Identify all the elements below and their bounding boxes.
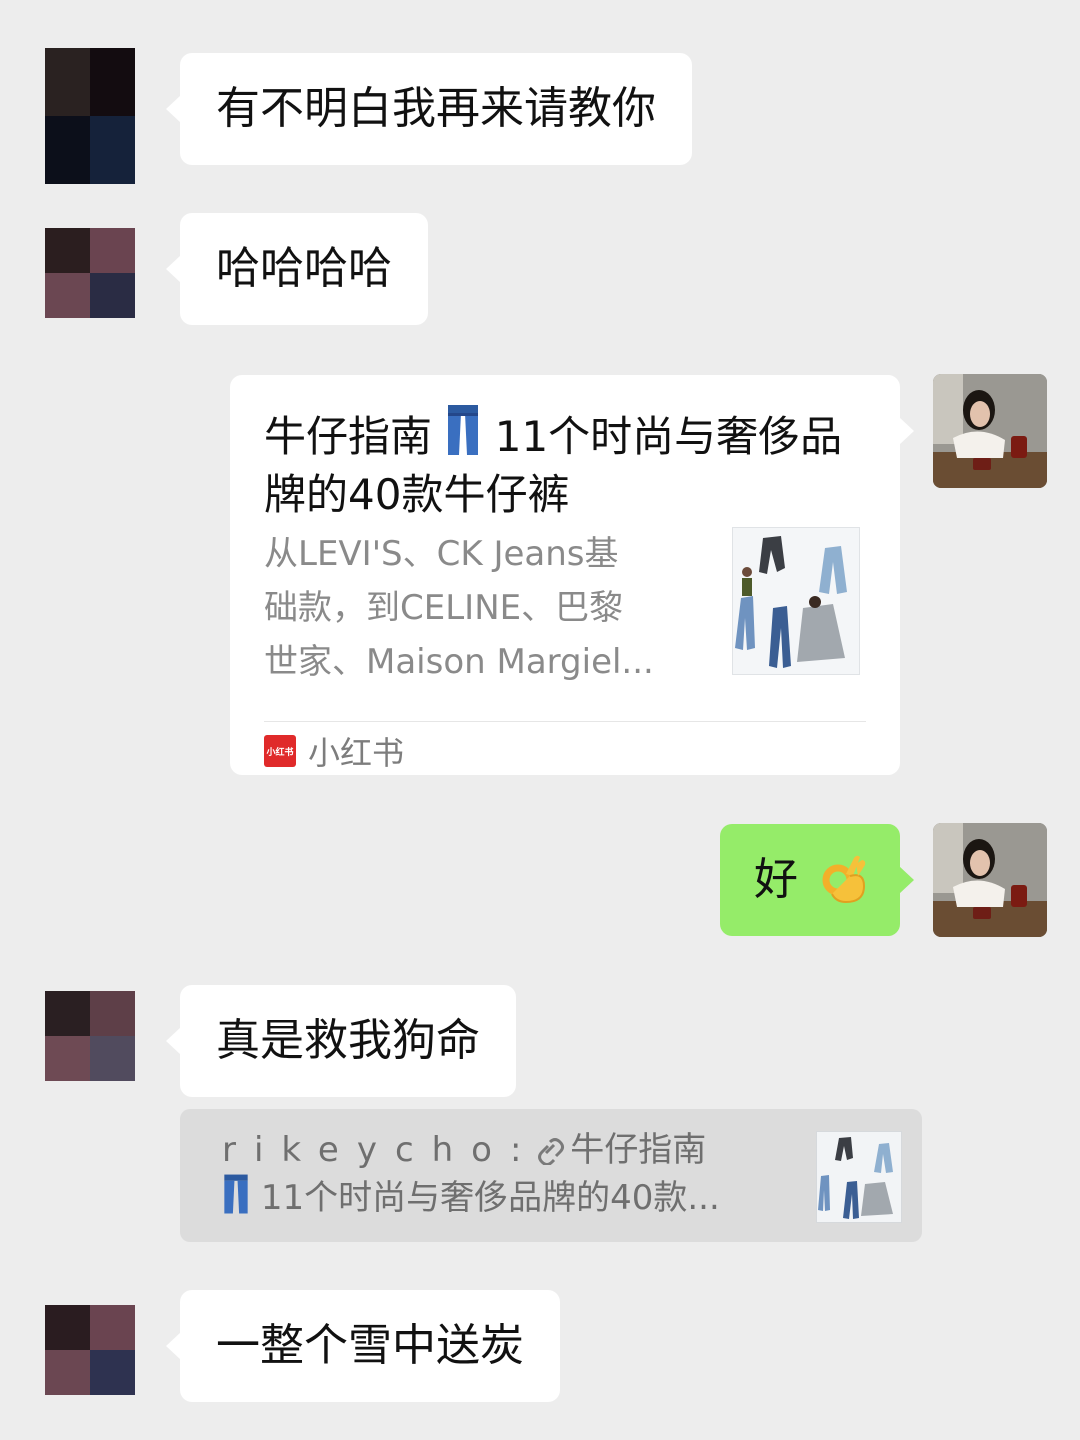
card-title: 牛仔指南 11个时尚与奢侈品牌的40款牛仔裤 — [264, 403, 864, 524]
quote-text: rikeycho: 牛仔指南 11个时尚与奢侈品牌的40款... — [222, 1127, 802, 1221]
contact-avatar[interactable] — [45, 228, 135, 318]
shared-link-card[interactable]: 牛仔指南 11个时尚与奢侈品牌的40款牛仔裤 从LEVI'S、CK Jeans基… — [230, 375, 914, 775]
card-source: 小红书 小红书 — [264, 729, 404, 773]
message-bubble-self[interactable]: 好 — [720, 824, 914, 936]
quote-title: 牛仔指南 — [570, 1130, 707, 1170]
jeans-collage-icon — [735, 536, 847, 668]
message-text: 哈哈哈哈 — [216, 243, 392, 294]
quote-title-rest: 11个时尚与奢侈品牌的40款... — [260, 1178, 720, 1218]
jeans-collage-icon — [818, 1137, 893, 1219]
quoted-message[interactable]: rikeycho: 牛仔指南 11个时尚与奢侈品牌的40款... — [180, 1109, 922, 1242]
message-text: 一整个雪中送炭 — [216, 1320, 524, 1371]
card-title-part: 牛仔指南 — [264, 412, 433, 461]
card-divider — [264, 721, 866, 722]
quote-line: rikeycho: 牛仔指南 — [222, 1127, 802, 1173]
ok-hand-icon — [822, 855, 866, 904]
chat-view: 有不明白我再来请教你 哈哈哈哈 牛仔指南 11个时尚与奢侈品牌的40款牛仔裤 从… — [0, 0, 1080, 1440]
xiaohongshu-logo-icon: 小红书 — [264, 735, 296, 767]
quote-sender: rikeycho — [222, 1130, 510, 1170]
contact-avatar[interactable] — [45, 48, 135, 184]
quote-line: 11个时尚与奢侈品牌的40款... — [222, 1173, 802, 1221]
link-icon — [538, 1138, 565, 1166]
message-text: 真是救我狗命 — [216, 1015, 480, 1066]
message-bubble[interactable]: 有不明白我再来请教你 — [166, 53, 692, 165]
self-avatar[interactable] — [933, 374, 1047, 488]
source-label: 小红书 — [308, 734, 405, 772]
person-photo-icon — [933, 823, 1047, 937]
contact-avatar[interactable] — [45, 991, 135, 1081]
card-thumbnail — [732, 527, 860, 675]
self-avatar[interactable] — [933, 823, 1047, 937]
person-photo-icon — [933, 374, 1047, 488]
quote-thumbnail — [816, 1131, 902, 1223]
jeans-icon — [224, 1174, 248, 1214]
message-bubble[interactable]: 一整个雪中送炭 — [166, 1290, 560, 1402]
jeans-icon — [448, 405, 479, 455]
card-description: 从LEVI'S、CK Jeans基 础款，到CELINE、巴黎 世家、Maiso… — [264, 534, 654, 682]
message-text: 有不明白我再来请教你 — [216, 83, 656, 134]
quote-separator: : — [510, 1130, 533, 1170]
message-text: 好 — [754, 854, 798, 905]
contact-avatar[interactable] — [45, 1305, 135, 1395]
message-bubble[interactable]: 哈哈哈哈 — [166, 213, 428, 325]
message-bubble[interactable]: 真是救我狗命 — [166, 985, 516, 1097]
